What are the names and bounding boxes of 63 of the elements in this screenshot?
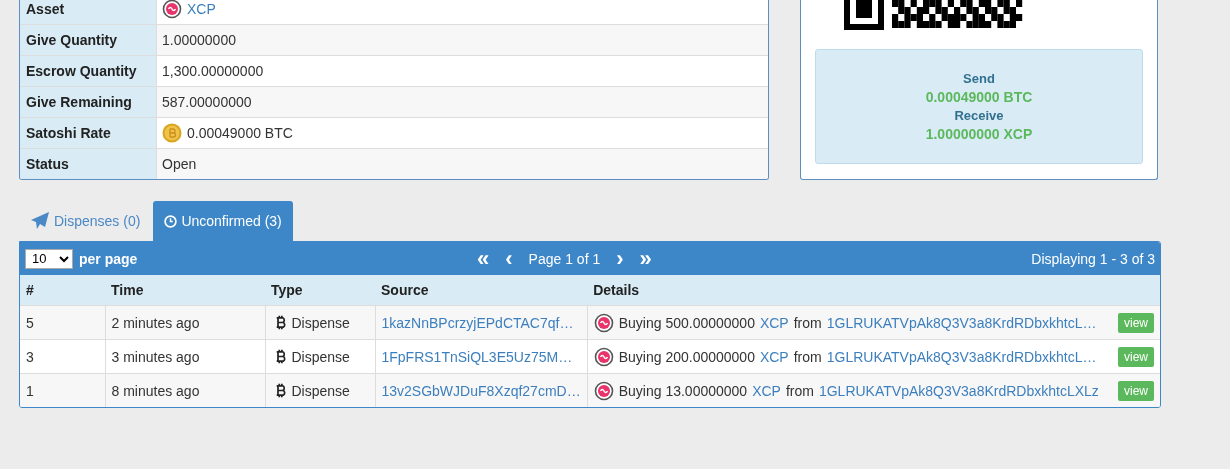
- next-page-button[interactable]: ›: [614, 247, 626, 270]
- previous-page-button[interactable]: ‹: [503, 247, 515, 270]
- view-button[interactable]: view: [1118, 312, 1154, 333]
- receive-label: Receive: [954, 108, 1004, 123]
- asset-link[interactable]: XCP: [759, 314, 789, 331]
- column-header: Time: [105, 275, 265, 306]
- receive-amount: 1.00000000 XCP: [925, 126, 1033, 142]
- type-label: Dispense: [291, 348, 350, 365]
- view-button[interactable]: view: [1118, 346, 1154, 367]
- clock-icon: [164, 214, 178, 228]
- field-label: Asset: [26, 0, 65, 17]
- asset-link[interactable]: XCP: [759, 348, 789, 365]
- per-page-label: per page: [79, 250, 138, 267]
- page-indicator: Page 1 of 1: [528, 250, 601, 267]
- from-label: from: [785, 382, 814, 399]
- field-label: Satoshi Rate: [26, 125, 111, 141]
- table-cell: 2 minutes ago: [105, 305, 265, 340]
- field-value: 1,300.00000000: [162, 63, 264, 79]
- field-value: 0.00049000 BTC: [187, 125, 293, 141]
- paper-plane-icon: [30, 211, 50, 231]
- asset-icon: [593, 346, 614, 367]
- send-label: Send: [963, 71, 995, 86]
- field-label: Status: [26, 156, 69, 172]
- view-button[interactable]: view: [1118, 380, 1154, 401]
- table-cell: 5: [20, 305, 105, 340]
- field-value: Open: [162, 156, 197, 172]
- type-label: Dispense: [291, 314, 350, 331]
- from-label: from: [793, 314, 822, 331]
- first-page-button[interactable]: «: [475, 247, 492, 270]
- from-label: from: [793, 348, 822, 365]
- buying-amount: Buying 13.00000000: [618, 382, 748, 399]
- coin-icon: [162, 123, 182, 143]
- buying-amount: Buying 500.00000000: [618, 314, 755, 331]
- column-header: Type: [265, 275, 375, 306]
- asset-icon: [593, 380, 614, 401]
- last-page-button[interactable]: »: [637, 247, 654, 270]
- type-label: Dispense: [291, 382, 350, 399]
- field-label: Give Quantity: [26, 32, 118, 48]
- tab[interactable]: Unconfirmed (3): [153, 201, 293, 241]
- field-value: 1.00000000: [162, 32, 236, 48]
- displaying-count: Displaying 1 - 3 of 3: [1031, 250, 1155, 267]
- address-link[interactable]: 1GLRUKATVpAk8Q3V3a8KrdRDbxkhtcL…: [826, 314, 1097, 331]
- bitcoin-icon: [274, 348, 287, 365]
- asset-link[interactable]: XCP: [752, 382, 781, 399]
- asset-icon: [593, 312, 614, 333]
- asset-link[interactable]: XCP: [187, 0, 216, 17]
- field-label: Escrow Quantity: [26, 63, 137, 79]
- table-cell: 8 minutes ago: [105, 373, 265, 407]
- field-value: 587.00000000: [162, 94, 252, 110]
- column-header: #: [20, 275, 105, 306]
- address-link[interactable]: 1GLRUKATVpAk8Q3V3a8KrdRDbxkhtcL…: [826, 348, 1097, 365]
- bitcoin-icon: [274, 314, 287, 331]
- page-size-select[interactable]: 10: [25, 248, 73, 269]
- bitcoin-icon: [274, 382, 287, 399]
- column-header: Source: [375, 275, 588, 306]
- tab[interactable]: Dispenses (0): [19, 201, 152, 241]
- table-cell: 1: [20, 373, 105, 407]
- buying-amount: Buying 200.00000000: [618, 348, 755, 365]
- address-link[interactable]: 1GLRUKATVpAk8Q3V3a8KrdRDbxkhtcLXLz: [818, 382, 1099, 399]
- send-amount: 0.00049000 BTC: [925, 89, 1033, 105]
- source-address-link[interactable]: 1FpFRS1TnSiQL3E5Uz75M…: [381, 348, 573, 365]
- column-header: Details: [587, 275, 1160, 306]
- field-label: Give Remaining: [26, 94, 132, 110]
